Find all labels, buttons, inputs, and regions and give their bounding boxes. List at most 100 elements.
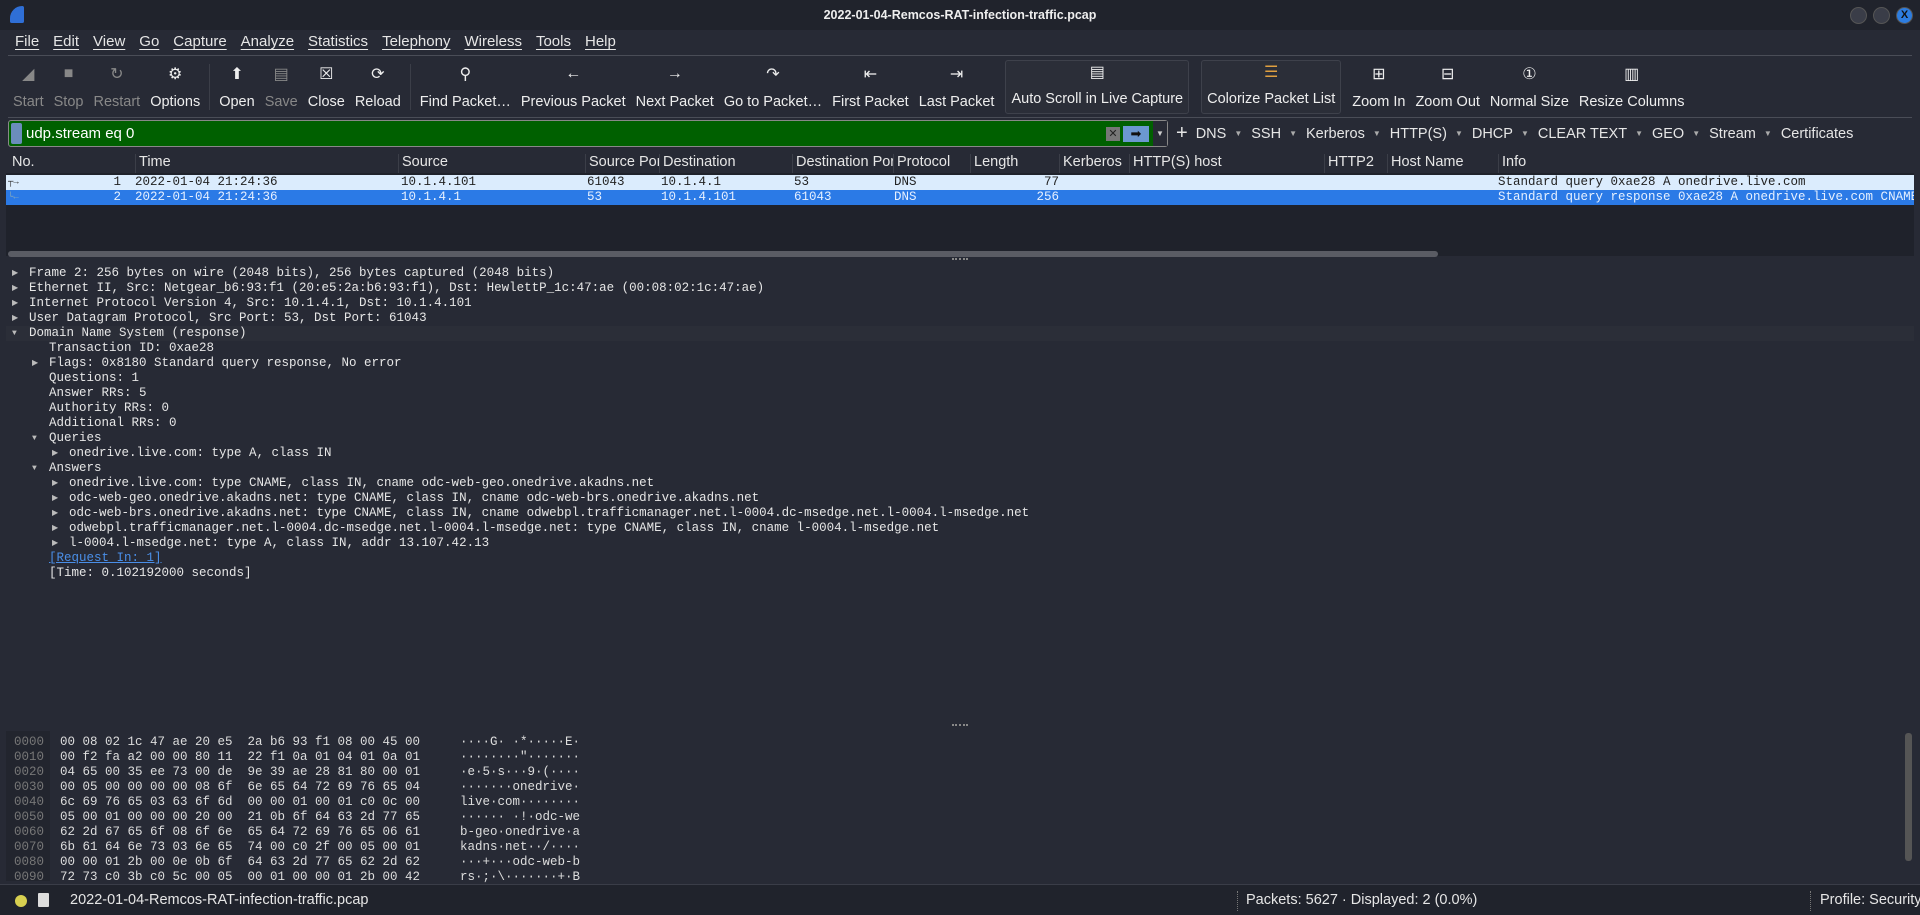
menu-analyze[interactable]: Analyze [234, 30, 301, 54]
filter-button-stream[interactable]: Stream ▼ [1709, 126, 1772, 142]
detail-tree-item[interactable]: ▼ Answers [6, 461, 1914, 476]
request-in-link[interactable]: [Request In: 1] [49, 551, 162, 566]
detail-tree-item[interactable]: ▼ Queries [6, 431, 1914, 446]
filter-history-dropdown[interactable]: ▼ [1153, 121, 1167, 146]
dropdown-arrow-icon[interactable]: ▼ [1692, 129, 1700, 138]
collapsed-arrow-icon[interactable]: ▶ [52, 491, 58, 506]
column-header-source-port[interactable]: Source Port [585, 154, 659, 173]
pane-splitter-handle[interactable] [952, 258, 968, 260]
column-header-length[interactable]: Length [970, 154, 1059, 173]
detail-tree-item[interactable]: ▶ Flags: 0x8180 Standard query response, … [6, 356, 1914, 371]
detail-tree-item[interactable]: ▶ odc-web-brs.onedrive.akadns.net: type C… [6, 506, 1914, 521]
detail-tree-item[interactable]: Answer RRs: 5 [6, 386, 1914, 401]
filter-button-ssh[interactable]: SSH ▼ [1251, 126, 1297, 142]
column-header-time[interactable]: Time [135, 154, 398, 173]
minimize-button[interactable] [1850, 7, 1867, 24]
zoom-in-button[interactable]: ⊞ Zoom In [1347, 58, 1410, 116]
filter-button-kerberos[interactable]: Kerberos ▼ [1306, 126, 1381, 142]
collapsed-arrow-icon[interactable]: ▶ [52, 506, 58, 521]
packet-row[interactable]: └← 2 2022-01-04 21:24:36 10.1.4.1 53 10.1.4.1… [6, 190, 1914, 205]
filter-button-geo[interactable]: GEO ▼ [1652, 126, 1700, 142]
add-filter-button-icon[interactable]: + [1176, 122, 1188, 145]
collapsed-arrow-icon[interactable]: ▶ [52, 521, 58, 536]
last-packet-button[interactable]: ⇥ Last Packet [914, 58, 1000, 116]
maximize-button[interactable] [1873, 7, 1890, 24]
detail-tree-item[interactable]: ▶ Internet Protocol Version 4, Src: 10.1.… [6, 296, 1914, 311]
normal-size-button[interactable]: ① Normal Size [1485, 58, 1574, 116]
expanded-arrow-icon[interactable]: ▼ [12, 326, 17, 341]
menu-telephony[interactable]: Telephony [375, 30, 457, 54]
colorize-packet-list-button[interactable]: ☰ Colorize Packet List [1201, 60, 1342, 114]
collapsed-arrow-icon[interactable]: ▶ [12, 266, 18, 281]
column-header-destination[interactable]: Destination [659, 154, 792, 173]
filter-button-dhcp[interactable]: DHCP ▼ [1472, 126, 1529, 142]
menu-tools[interactable]: Tools [529, 30, 578, 54]
bytes-vertical-scrollbar[interactable] [1905, 733, 1912, 861]
stop-button[interactable]: ■ Stop [49, 58, 89, 116]
menu-file[interactable]: File [8, 30, 46, 54]
go-to-packet-button[interactable]: ↷ Go to Packet… [719, 58, 827, 116]
column-header-info[interactable]: Info [1498, 154, 1918, 173]
column-header-no[interactable]: No. [9, 154, 135, 173]
menu-edit[interactable]: Edit [46, 30, 86, 54]
column-header-protocol[interactable]: Protocol [893, 154, 970, 173]
filter-button-certificates[interactable]: Certificates [1781, 126, 1854, 142]
expanded-arrow-icon[interactable]: ▼ [32, 431, 37, 446]
collapsed-arrow-icon[interactable]: ▶ [52, 476, 58, 491]
detail-tree-item[interactable]: [Time: 0.102192000 seconds] [6, 566, 1914, 581]
options-button[interactable]: ⚙ Options [145, 58, 205, 116]
packet-list-horizontal-scrollbar[interactable] [8, 251, 1438, 257]
capture-comment-icon[interactable] [38, 893, 49, 907]
dropdown-arrow-icon[interactable]: ▼ [1373, 129, 1381, 138]
detail-tree-item[interactable]: ▶ onedrive.live.com: type A, class IN [6, 446, 1914, 461]
dropdown-arrow-icon[interactable]: ▼ [1764, 129, 1772, 138]
menu-wireless[interactable]: Wireless [457, 30, 529, 54]
detail-tree-item[interactable]: ▼ Domain Name System (response) [6, 326, 1914, 341]
detail-tree-item[interactable]: [Request In: 1] [6, 551, 1914, 566]
detail-tree-item[interactable]: ▶ Ethernet II, Src: Netgear_b6:93:f1 (20:… [6, 281, 1914, 296]
filter-button-clear-text[interactable]: CLEAR TEXT ▼ [1538, 126, 1643, 142]
apply-filter-button[interactable]: ➡ [1123, 125, 1149, 142]
collapsed-arrow-icon[interactable]: ▶ [52, 536, 58, 551]
column-header-destination-port[interactable]: Destination Port [792, 154, 893, 173]
filter-button-dns[interactable]: DNS ▼ [1196, 126, 1243, 142]
restart-button[interactable]: ↻ Restart [88, 58, 145, 116]
close-button[interactable]: ☒ Close [303, 58, 350, 116]
pane-splitter-handle[interactable] [952, 724, 968, 726]
packet-row[interactable]: ┬→ 1 2022-01-04 21:24:36 10.1.4.101 61043 10.… [6, 175, 1914, 190]
dropdown-arrow-icon[interactable]: ▼ [1455, 129, 1463, 138]
column-header-kerberos[interactable]: Kerberos [1059, 154, 1129, 173]
status-profile[interactable]: Profile: SecurityV5 [1820, 892, 1920, 908]
detail-tree-item[interactable]: Questions: 1 [6, 371, 1914, 386]
menu-help[interactable]: Help [578, 30, 623, 54]
previous-packet-button[interactable]: ← Previous Packet [516, 58, 631, 116]
find-packet-button[interactable]: ⚲ Find Packet… [415, 58, 516, 116]
menu-statistics[interactable]: Statistics [301, 30, 375, 54]
dropdown-arrow-icon[interactable]: ▼ [1521, 129, 1529, 138]
auto-scroll-in-live-capture-button[interactable]: ▤ Auto Scroll in Live Capture [1005, 60, 1190, 114]
column-header-http2[interactable]: HTTP2 [1324, 154, 1387, 173]
resize-columns-button[interactable]: ▥ Resize Columns [1574, 58, 1690, 116]
clear-filter-icon[interactable]: ✕ [1106, 126, 1120, 141]
first-packet-button[interactable]: ⇤ First Packet [827, 58, 914, 116]
column-header-host-name[interactable]: Host Name [1387, 154, 1498, 173]
detail-tree-item[interactable]: ▶ odc-web-geo.onedrive.akadns.net: type C… [6, 491, 1914, 506]
close-window-button[interactable]: X [1896, 7, 1913, 24]
detail-tree-item[interactable]: ▶ odwebpl.trafficmanager.net.l-0004.dc-ms… [6, 521, 1914, 536]
collapsed-arrow-icon[interactable]: ▶ [12, 296, 18, 311]
open-button[interactable]: ⬆ Open [214, 58, 259, 116]
detail-tree-item[interactable]: ▶ onedrive.live.com: type CNAME, class IN… [6, 476, 1914, 491]
zoom-out-button[interactable]: ⊟ Zoom Out [1410, 58, 1484, 116]
collapsed-arrow-icon[interactable]: ▶ [52, 446, 58, 461]
column-header-http-s-host[interactable]: HTTP(S) host [1129, 154, 1324, 173]
display-filter-input[interactable]: udp.stream eq 0 [26, 125, 1106, 142]
menu-view[interactable]: View [86, 30, 132, 54]
collapsed-arrow-icon[interactable]: ▶ [12, 311, 18, 326]
start-button[interactable]: ◢ Start [8, 58, 49, 116]
detail-tree-item[interactable]: Authority RRs: 0 [6, 401, 1914, 416]
collapsed-arrow-icon[interactable]: ▶ [32, 356, 38, 371]
column-header-source[interactable]: Source [398, 154, 585, 173]
bookmark-icon[interactable] [11, 123, 22, 144]
dropdown-arrow-icon[interactable]: ▼ [1635, 129, 1643, 138]
detail-tree-item[interactable]: Transaction ID: 0xae28 [6, 341, 1914, 356]
